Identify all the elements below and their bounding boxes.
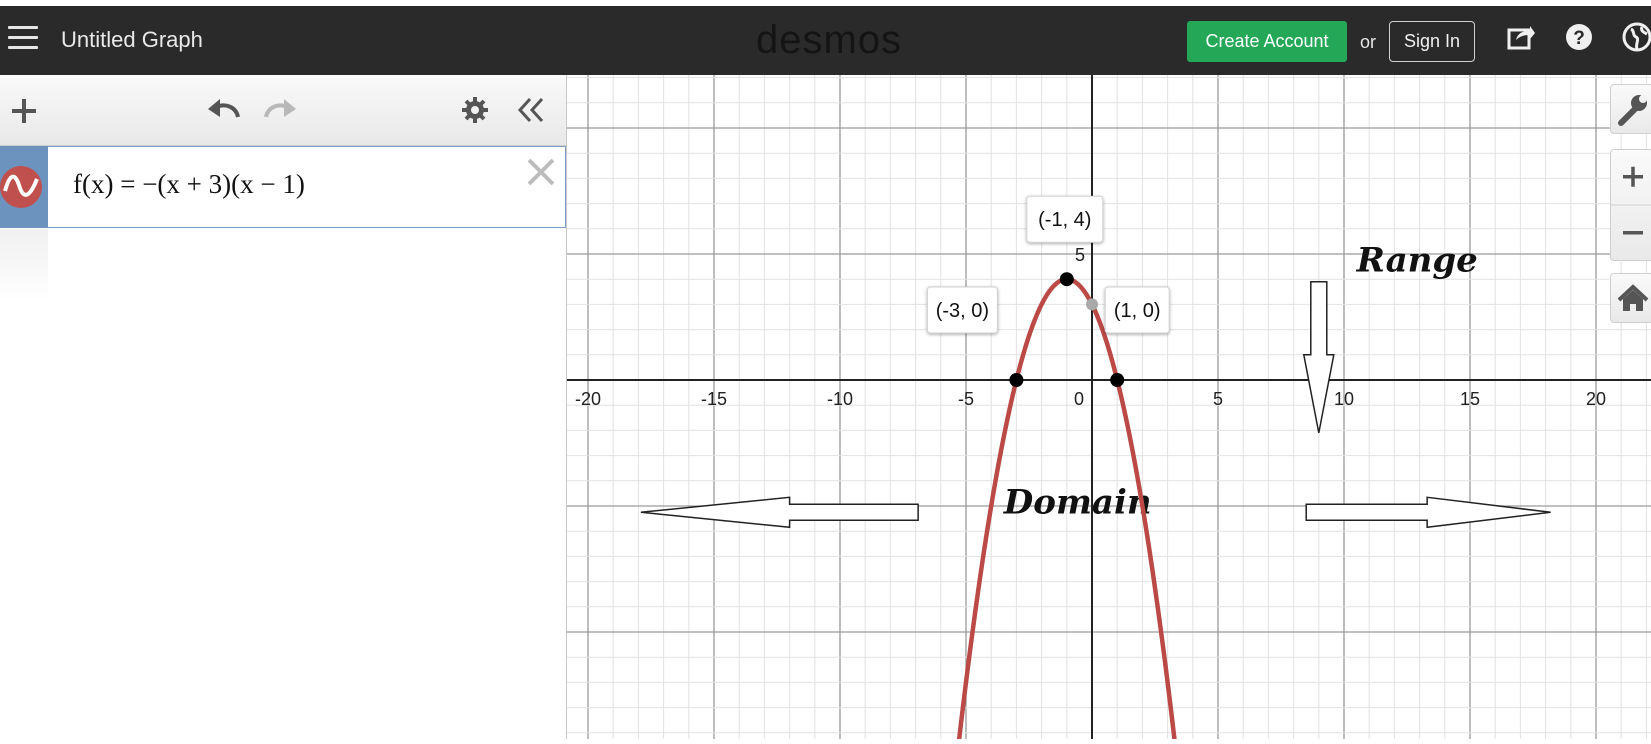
wrench-icon — [1618, 95, 1647, 126]
settings-gear-icon[interactable] — [461, 96, 489, 124]
domain-annotation: Domain — [1003, 483, 1152, 523]
new-expression-row[interactable] — [0, 229, 48, 301]
x-tick-label: -15 — [701, 389, 727, 409]
top-strip — [0, 0, 1651, 6]
x-tick-label: 15 — [1460, 389, 1480, 409]
domain-right-arrow — [1305, 496, 1551, 529]
zoom-controls — [1610, 149, 1651, 261]
globe-icon[interactable] — [1622, 22, 1651, 52]
graph-canvas[interactable]: -20 -15 -10 -5 0 5 10 15 20 5 Range Domain (-1, 4)… — [567, 75, 1651, 744]
y-intercept-point[interactable] — [1086, 298, 1098, 311]
sign-in-button[interactable]: Sign In — [1389, 21, 1475, 62]
zoom-in-icon[interactable] — [1623, 166, 1643, 187]
redo-icon[interactable] — [262, 95, 298, 123]
create-account-button[interactable]: Create Account — [1187, 21, 1347, 62]
or-text: or — [1360, 32, 1377, 52]
labeled-point[interactable] — [1009, 373, 1024, 387]
home-icon — [1617, 284, 1649, 311]
graph-title[interactable]: Untitled Graph — [61, 27, 203, 53]
undo-icon[interactable] — [206, 95, 242, 123]
labeled-point[interactable] — [1110, 373, 1125, 387]
x-tick-label: 0 — [1074, 389, 1084, 409]
x-tick-label: -5 — [958, 389, 974, 409]
graph-settings-button[interactable] — [1610, 84, 1651, 134]
expression-toolbar — [0, 75, 566, 146]
delete-expression-icon[interactable] — [526, 157, 556, 187]
home-view-button[interactable] — [1610, 273, 1651, 323]
labeled-point[interactable] — [1059, 272, 1074, 287]
point-label: (1, 0) — [1114, 300, 1161, 322]
x-tick-label: 10 — [1334, 389, 1354, 409]
expression-panel: f(x) = −(x + 3)(x − 1) — [0, 75, 567, 739]
expression-formula[interactable]: f(x) = −(x + 3)(x − 1) — [73, 169, 305, 200]
desmos-logo: desmos — [756, 18, 903, 62]
graph-curve-icon — [0, 166, 42, 208]
x-tick-label: 5 — [1213, 389, 1223, 409]
point-label: (-3, 0) — [936, 300, 989, 322]
top-bar: Untitled Graph desmos Create Account or … — [0, 0, 1651, 75]
zoom-icons — [1611, 166, 1651, 235]
expression-row[interactable]: f(x) = −(x + 3)(x − 1) — [0, 146, 566, 228]
range-annotation: Range — [1356, 241, 1478, 281]
x-tick-label: -20 — [575, 389, 601, 409]
expression-color-toggle[interactable] — [0, 146, 48, 228]
add-expression-icon[interactable] — [10, 97, 38, 125]
svg-text:?: ? — [1573, 28, 1585, 49]
domain-left-arrow — [640, 496, 919, 529]
point-label: (-1, 4) — [1038, 209, 1091, 231]
graph-paper[interactable]: -20 -15 -10 -5 0 5 10 15 20 5 Range Domain (-1, 4)… — [567, 75, 1651, 744]
x-tick-label: 20 — [1586, 389, 1606, 409]
collapse-panel-icon[interactable] — [516, 96, 546, 124]
share-icon[interactable] — [1506, 22, 1536, 52]
help-icon[interactable]: ? — [1564, 22, 1594, 52]
y-tick-label: 5 — [1075, 245, 1085, 265]
x-tick-label: -10 — [827, 389, 853, 409]
hamburger-menu-icon[interactable] — [8, 26, 38, 50]
zoom-out-icon[interactable] — [1623, 231, 1643, 235]
